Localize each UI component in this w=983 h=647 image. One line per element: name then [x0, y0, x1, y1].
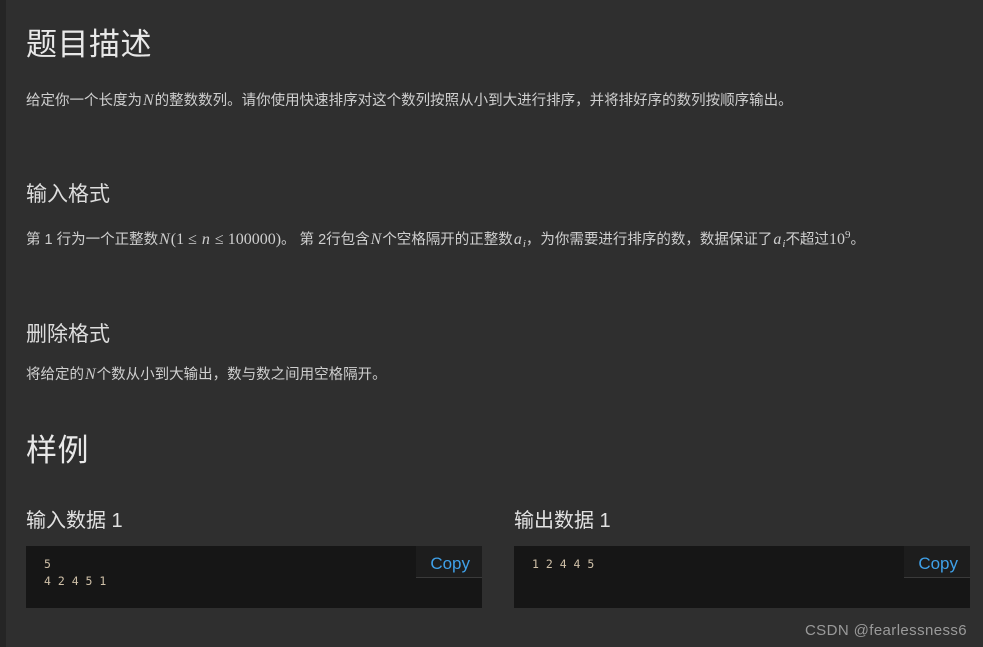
output-text-a: 将给定的 [26, 367, 84, 383]
sample-input-codeblock: 5 4 2 4 5 1 Copy [26, 546, 482, 608]
sample-output-codeblock: 1 2 4 4 5 Copy [514, 546, 970, 608]
input-text-d: ，为你需要进行排序的数，数据保证了 [525, 232, 773, 248]
math-var-N-2: N [370, 231, 382, 248]
description-paragraph: 给定你一个长度为N的整数数列。请你使用快速排序对这个数列按照从小到大进行排序，并… [26, 86, 971, 116]
input-text-a: 第 1 行为一个正整数 [26, 232, 159, 248]
input-text-e: 不超过 [785, 232, 829, 248]
description-text-part1: 给定你一个长度为 [26, 93, 142, 109]
math-number-one: 1 [176, 231, 185, 248]
output-text-b: 个数从小到大输出，数与数之间用空格隔开。 [96, 367, 387, 383]
math-var-N-3: N [85, 366, 96, 383]
math-base-ten: 10 [828, 231, 845, 248]
copy-button-input[interactable]: Copy [416, 546, 482, 578]
math-var-N: N [159, 231, 170, 248]
sample-grid: 输入数据 1 5 4 2 4 5 1 Copy 输出数据 1 1 2 4 4 5… [26, 508, 970, 608]
section-heading-sample: 样例 [26, 433, 89, 468]
sample-input-label: 输入数据 1 [26, 510, 123, 532]
sample-input-code: 5 4 2 4 5 1 [44, 557, 107, 588]
math-var-a: a [513, 231, 522, 248]
sample-case-input: 输入数据 1 5 4 2 4 5 1 Copy [26, 508, 482, 608]
input-text-f: 。 [850, 232, 865, 248]
problem-page: 题目描述 给定你一个长度为N的整数数列。请你使用快速排序对这个数列按照从小到大进… [6, 0, 983, 647]
sample-output-label: 输出数据 1 [514, 510, 611, 532]
input-text-c: 个空格隔开的正整数 [382, 232, 513, 248]
description-text-part2: 的整数数列。请你使用快速排序对这个数列按照从小到大进行排序，并将排好序的数列按顺… [154, 93, 793, 109]
sample-case-output: 输出数据 1 1 2 4 4 5 Copy [514, 508, 970, 608]
math-le-2: ≤ [214, 231, 224, 248]
copy-button-output[interactable]: Copy [904, 546, 970, 578]
input-text-b: 。 第 2行包含 [281, 232, 370, 248]
section-heading-output-format: 删除格式 [26, 323, 110, 346]
math-var-n: N [143, 92, 154, 109]
math-var-a-2: a [773, 231, 782, 248]
math-le-1: ≤ [188, 231, 197, 248]
output-format-paragraph: 将给定的N个数从小到大输出，数与数之间用空格隔开。 [26, 360, 971, 390]
math-var-n-lower: n [201, 231, 210, 248]
section-heading-input-format: 输入格式 [26, 183, 110, 206]
input-format-paragraph: 第 1 行为一个正整数N(1 ≤ n ≤100000)。 第 2行包含N个空格隔开的正… [26, 220, 971, 259]
page-title: 题目描述 [26, 27, 152, 62]
sample-output-code: 1 2 4 4 5 [532, 557, 595, 571]
csdn-watermark: CSDN @fearlessness6 [804, 622, 967, 639]
math-limit-value: 100000 [227, 231, 276, 248]
